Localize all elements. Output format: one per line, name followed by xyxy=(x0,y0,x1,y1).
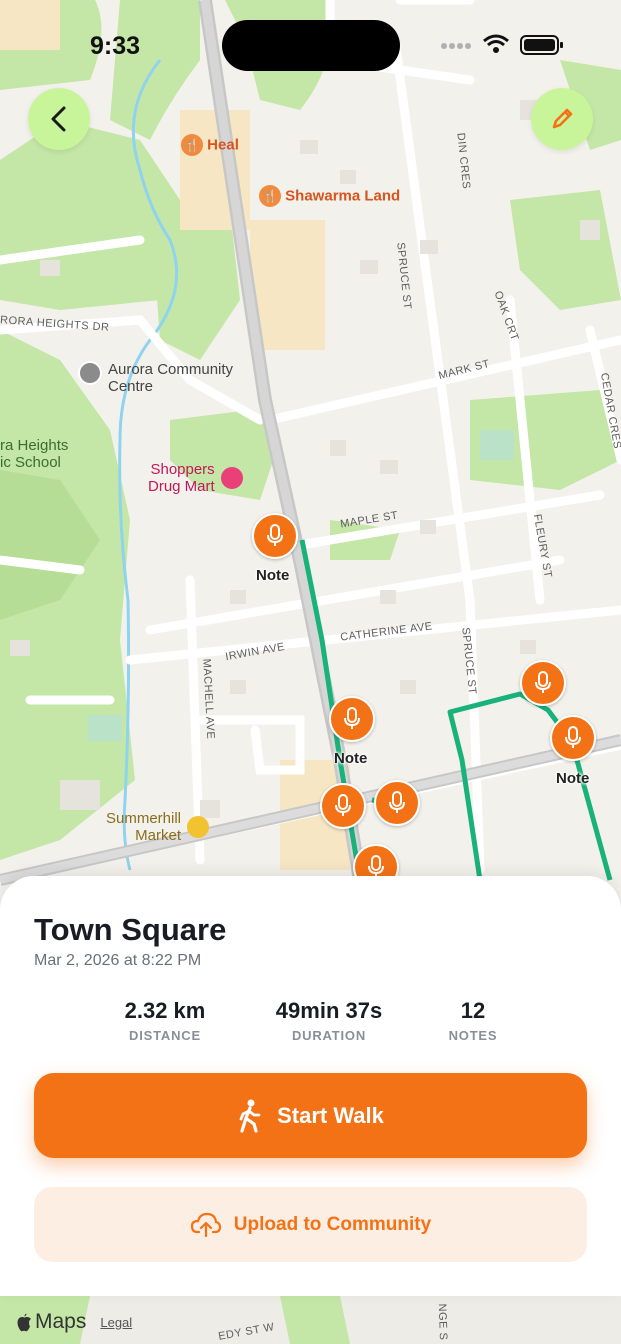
stat-duration: 49min 37s DURATION xyxy=(249,998,409,1043)
restaurant-icon: 🍴 xyxy=(259,185,281,207)
voice-note-pin[interactable] xyxy=(252,513,298,559)
note-label: Note xyxy=(256,567,290,584)
poi-shoppers-drug-mart[interactable]: Shoppers Drug Mart xyxy=(148,461,243,495)
upload-to-community-button[interactable]: Upload to Community xyxy=(34,1187,587,1262)
dynamic-island xyxy=(222,20,400,71)
battery-icon xyxy=(520,35,563,55)
voice-note-pin[interactable] xyxy=(374,780,420,826)
poi-label-line: Summerhill xyxy=(106,810,182,827)
status-bar: 9:33 xyxy=(0,0,621,92)
walk-detail-sheet: Town Square Mar 2, 2026 at 8:22 PM 2.32 … xyxy=(0,876,621,1296)
poi-label-line: ra Heights xyxy=(0,437,69,454)
note-label: Note xyxy=(556,770,590,787)
stat-value: 12 xyxy=(460,998,486,1023)
wifi-icon xyxy=(483,34,509,53)
start-walk-button[interactable]: Start Walk xyxy=(34,1073,587,1158)
shopping-cart-icon xyxy=(187,816,210,838)
microphone-icon xyxy=(389,791,405,813)
walking-person-icon xyxy=(239,1099,261,1133)
poi-school[interactable]: ra Heights ic School xyxy=(0,437,68,471)
stat-label: NOTES xyxy=(448,1028,498,1043)
stat-value: 49min 37s xyxy=(275,998,383,1023)
apple-logo-icon xyxy=(17,1313,31,1331)
map-attribution: Maps Legal xyxy=(16,1310,132,1334)
poi-label-line: Shoppers xyxy=(150,461,215,478)
pharmacy-icon xyxy=(220,467,243,489)
street-label: NGE S xyxy=(435,1303,450,1341)
legal-link[interactable]: Legal xyxy=(100,1315,132,1330)
poi-summerhill-market[interactable]: Summerhill Market xyxy=(106,810,210,844)
community-centre-icon xyxy=(78,361,102,385)
poi-label-line: ic School xyxy=(0,454,61,471)
voice-note-pin[interactable] xyxy=(329,696,375,742)
stat-value: 2.32 km xyxy=(124,998,206,1023)
microphone-icon xyxy=(344,707,360,729)
microphone-icon xyxy=(267,524,283,546)
walk-title: Town Square xyxy=(34,912,227,947)
voice-note-pin[interactable] xyxy=(320,783,366,829)
poi-label-line: Aurora Community xyxy=(108,361,234,378)
edit-button[interactable] xyxy=(531,88,593,150)
stat-distance: 2.32 km DISTANCE xyxy=(95,998,235,1043)
walk-date: Mar 2, 2026 at 8:22 PM xyxy=(34,952,202,969)
stat-label: DURATION xyxy=(291,1028,367,1043)
back-button[interactable] xyxy=(28,88,90,150)
poi-label-line: Centre xyxy=(108,378,154,395)
cellular-signal-icon xyxy=(441,43,471,49)
chevron-left-icon xyxy=(51,106,66,132)
stat-notes: 12 NOTES xyxy=(423,998,523,1043)
upload-label: Upload to Community xyxy=(233,1213,432,1235)
cloud-upload-icon xyxy=(190,1212,221,1237)
poi-label-line: Drug Mart xyxy=(148,478,215,495)
microphone-icon xyxy=(535,671,551,693)
status-time: 9:33 xyxy=(90,32,141,60)
voice-note-pin[interactable] xyxy=(550,715,596,761)
microphone-icon xyxy=(565,726,581,748)
microphone-icon xyxy=(335,794,351,816)
poi-heal[interactable]: 🍴 Heal xyxy=(181,134,239,156)
restaurant-icon: 🍴 xyxy=(181,134,203,156)
stat-label: DISTANCE xyxy=(129,1028,201,1043)
start-walk-label: Start Walk xyxy=(277,1102,384,1128)
poi-shawarma-land[interactable]: 🍴 Shawarma Land xyxy=(259,185,400,207)
poi-aurora-community-centre[interactable]: Aurora Community Centre xyxy=(78,361,233,395)
pencil-icon xyxy=(552,108,573,129)
poi-label-line: Market xyxy=(135,827,182,844)
maps-text: Maps xyxy=(35,1310,87,1333)
note-label: Note xyxy=(334,750,368,767)
apple-maps-logo: Maps xyxy=(16,1310,86,1334)
voice-note-pin[interactable] xyxy=(520,660,566,706)
